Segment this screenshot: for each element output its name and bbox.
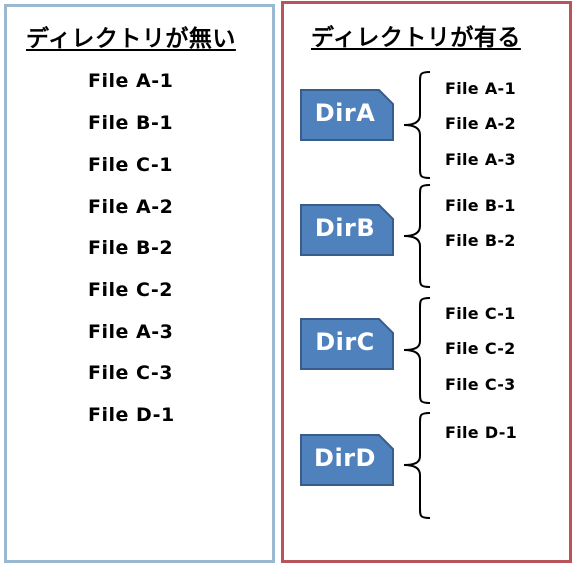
flat-file-item: File A-1 <box>88 70 174 92</box>
directory-label: DirD <box>314 444 376 472</box>
dir-file-item: File A-2 <box>445 114 516 133</box>
flat-file-item: File C-1 <box>88 154 173 176</box>
brace-dird <box>394 412 436 519</box>
flat-file-item: File C-3 <box>88 362 173 384</box>
flat-file-item: File C-2 <box>88 279 173 301</box>
dir-file-item: File B-2 <box>445 231 516 250</box>
dir-file-item: File C-1 <box>445 304 516 323</box>
no-directory-title: ディレクトリが無い <box>26 26 236 52</box>
directory-box-dird: DirD <box>299 433 399 487</box>
flat-file-item: File A-2 <box>88 196 174 218</box>
with-directory-title: ディレクトリが有る <box>311 25 521 51</box>
directory-label: DirA <box>314 99 376 127</box>
dir-file-item: File A-1 <box>445 79 516 98</box>
brace-dirc <box>394 297 436 404</box>
dir-file-item: File B-1 <box>445 196 516 215</box>
directory-label: DirC <box>315 328 375 356</box>
with-directory-panel: ディレクトリが有る DirA File A-1 File A-2 File A-… <box>281 1 572 563</box>
curly-brace <box>403 297 431 404</box>
directory-box-dira: DirA <box>299 88 399 142</box>
curly-brace <box>403 412 431 519</box>
dir-file-item: File A-3 <box>445 150 516 169</box>
flat-file-item: File B-1 <box>88 112 174 134</box>
dir-file-item: File D-1 <box>445 423 518 442</box>
curly-brace <box>403 71 431 179</box>
directory-label: DirB <box>314 214 376 242</box>
no-directory-panel: ディレクトリが無い File A-1 File B-1 File C-1 Fil… <box>4 4 275 563</box>
brace-dira <box>394 71 436 179</box>
dir-file-item: File C-3 <box>445 375 516 394</box>
brace-dirb <box>394 184 436 288</box>
directory-box-dirc: DirC <box>299 317 399 371</box>
directory-box-dirb: DirB <box>299 203 399 257</box>
flat-file-item: File A-3 <box>88 321 174 343</box>
dir-file-item: File C-2 <box>445 339 516 358</box>
flat-file-item: File B-2 <box>88 237 174 259</box>
curly-brace <box>403 184 431 288</box>
flat-file-item: File D-1 <box>88 404 175 426</box>
